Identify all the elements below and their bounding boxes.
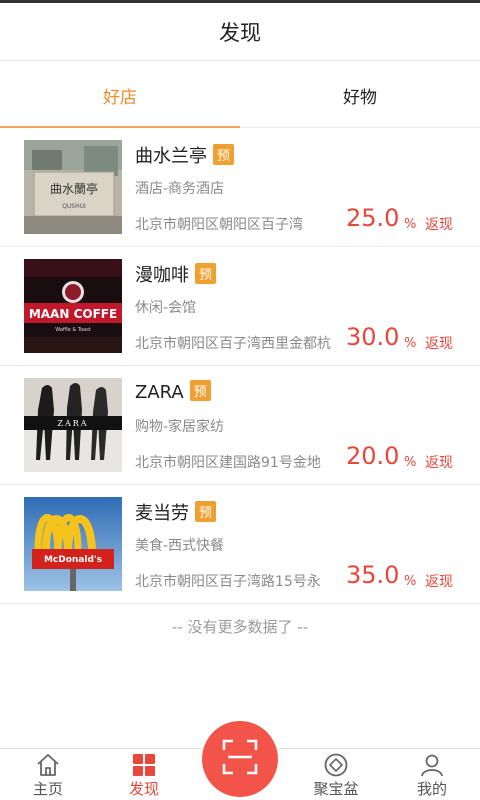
- cashback-rate: 25.0: [346, 204, 400, 232]
- store-image: McDonald's: [24, 497, 122, 591]
- store-category: 休闲-会馆: [135, 300, 197, 316]
- cashback-rate: 35.0: [346, 561, 400, 589]
- tabbar-item-home[interactable]: 主页: [0, 749, 96, 800]
- store-image: MAAN COFFE Waffle & Toast: [24, 259, 122, 353]
- reserve-badge: 预: [189, 380, 211, 401]
- store-name: ZARA 预: [135, 380, 211, 403]
- store-image: 曲水蘭亭 QUSHUI: [24, 140, 122, 234]
- store-category: 酒店-商务酒店: [135, 181, 225, 197]
- home-icon: [34, 751, 62, 779]
- store-address: 北京市朝阳区建国路91号金地: [135, 455, 321, 471]
- store-category: 美食-西式快餐: [135, 538, 225, 554]
- mcdonalds-sign-text: McDonald's: [44, 555, 102, 565]
- zara-sign-text: ZARA: [57, 419, 88, 428]
- reserve-badge: 预: [195, 501, 217, 522]
- maan-coffee-sign-text: MAAN COFFE: [29, 307, 117, 321]
- cashback-label: 返现: [425, 217, 453, 233]
- tabbar-item-me[interactable]: 我的: [384, 749, 480, 800]
- svg-text:QUSHUI: QUSHUI: [62, 203, 86, 210]
- cashback-rate: 20.0: [346, 442, 400, 470]
- scan-button[interactable]: [202, 721, 278, 797]
- grid-icon: [130, 751, 158, 779]
- category-tabs: 好店 好物: [0, 62, 480, 129]
- tabbar-label: 主页: [32, 780, 63, 798]
- treasure-icon: [322, 751, 350, 779]
- tabbar-item-treasure[interactable]: 聚宝盆: [288, 749, 384, 800]
- svg-text:曲水蘭亭: 曲水蘭亭: [50, 181, 98, 196]
- store-row[interactable]: 曲水蘭亭 QUSHUI 曲水兰亭预 酒店-商务酒店 北京市朝阳区朝阳区百子湾 2…: [0, 128, 480, 247]
- tab-good-items[interactable]: 好物: [240, 62, 480, 128]
- page-header: 发现: [0, 3, 480, 61]
- cashback-label: 返现: [425, 574, 453, 590]
- tabbar-label: 聚宝盆: [313, 780, 359, 798]
- store-address: 北京市朝阳区百子湾路15号永: [135, 574, 321, 590]
- tabbar-label: 我的: [416, 780, 447, 798]
- percent-sign: %: [404, 574, 417, 589]
- store-address: 北京市朝阳区朝阳区百子湾: [135, 217, 303, 233]
- store-name: 麦当劳预: [135, 499, 217, 525]
- store-name: 曲水兰亭预: [135, 142, 235, 168]
- cashback-label: 返现: [425, 336, 453, 352]
- store-category: 购物-家居家纺: [135, 419, 225, 435]
- svg-text:Waffle & Toast: Waffle & Toast: [55, 327, 91, 333]
- user-icon: [418, 751, 446, 779]
- cashback-label: 返现: [425, 455, 453, 471]
- scan-icon: [221, 738, 259, 780]
- store-image: ZARA: [24, 378, 122, 472]
- tabbar-item-discover[interactable]: 发现: [96, 749, 192, 800]
- reserve-badge: 预: [213, 144, 235, 165]
- tabbar-label: 发现: [128, 780, 159, 798]
- percent-sign: %: [404, 336, 417, 351]
- store-row[interactable]: ZARA ZARA 预 购物-家居家纺 北京市朝阳区建国路91号金地 20.0 %…: [0, 366, 480, 485]
- store-row[interactable]: MAAN COFFE Waffle & Toast 漫咖啡预 休闲-会馆 北京市…: [0, 247, 480, 366]
- store-list: 曲水蘭亭 QUSHUI 曲水兰亭预 酒店-商务酒店 北京市朝阳区朝阳区百子湾 2…: [0, 128, 480, 604]
- percent-sign: %: [404, 217, 417, 232]
- tab-good-stores[interactable]: 好店: [0, 62, 240, 129]
- store-row[interactable]: McDonald's 麦当劳预 美食-西式快餐 北京市朝阳区百子湾路15号永 3…: [0, 485, 480, 604]
- store-address: 北京市朝阳区百子湾西里金都杭: [135, 336, 331, 352]
- no-more-data-note: -- 没有更多数据了 --: [171, 618, 309, 636]
- reserve-badge: 预: [195, 263, 217, 284]
- page-title: 发现: [219, 20, 261, 45]
- percent-sign: %: [404, 455, 417, 470]
- cashback-rate: 30.0: [346, 323, 400, 351]
- store-name: 漫咖啡预: [135, 261, 217, 287]
